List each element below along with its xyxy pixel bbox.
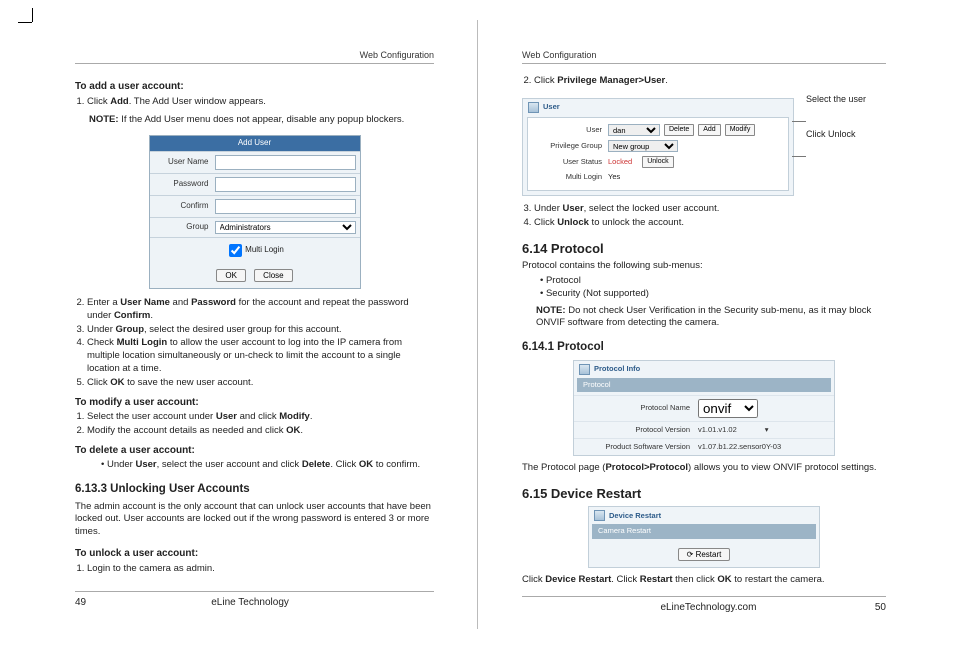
modify-button[interactable]: Modify [725, 124, 756, 136]
page-right: Web Configuration Click Privilege Manage… [474, 20, 944, 629]
section-6-13-3: 6.13.3 Unlocking User Accounts [75, 482, 434, 498]
protocol-text: The Protocol page (Protocol>Protocol) al… [522, 462, 886, 475]
add-account-heading: To add a user account: [75, 80, 434, 94]
privilege-group-select[interactable]: New group [608, 140, 678, 152]
unlock-button[interactable]: Unlock [642, 156, 673, 168]
protocol-name-select[interactable]: onvif [698, 399, 758, 418]
section-6-14-1: 6.14.1 Protocol [522, 340, 886, 356]
add-step-3: Under Group, select the desired user gro… [87, 324, 434, 337]
user-icon [528, 102, 539, 113]
submenu-protocol: Protocol [540, 275, 886, 288]
restart-button[interactable]: ⟳ Restart [678, 548, 731, 561]
confirm-field[interactable] [215, 199, 356, 214]
page-number-right: 50 [875, 602, 886, 613]
submenu-security: Security (Not supported) [540, 288, 886, 301]
section-6-15: 6.15 Device Restart [522, 485, 886, 503]
protocol-info-panel: Protocol Info Protocol Protocol Nameonvi… [573, 360, 835, 456]
add-step-1: Click Add. The Add User window appears. [87, 96, 434, 109]
username-field[interactable] [215, 155, 356, 170]
restart-text: Click Device Restart. Click Restart then… [522, 574, 886, 587]
protocol-icon [579, 364, 590, 375]
callout-select-user: Select the user [806, 94, 886, 105]
add-note: NOTE: If the Add User menu does not appe… [89, 114, 434, 127]
add-step-4: Check Multi Login to allow the user acco… [87, 337, 434, 375]
footer-brand-right: eLineTechnology.com [522, 602, 895, 613]
add-step-5: Click OK to save the new user account. [87, 377, 434, 390]
device-restart-panel: Device Restart Camera Restart ⟳ Restart [588, 506, 820, 567]
delete-heading: To delete a user account: [75, 444, 434, 458]
unlock-step-2: Click Privilege Manager>User. [534, 75, 886, 88]
user-tab-panel: User User dan Delete Add Modify Privileg… [522, 98, 794, 196]
protocol-note: NOTE: Do not check User Verification in … [536, 305, 886, 331]
restart-icon [594, 510, 605, 521]
callouts: Select the user Click Unlock [806, 94, 886, 165]
ok-button[interactable]: OK [216, 269, 246, 282]
unlock-step-3: Under User, select the locked user accou… [534, 203, 886, 216]
delete-step-1: Under User, select the user account and … [101, 459, 434, 472]
section-6-14: 6.14 Protocol [522, 240, 886, 258]
unlock-step-4: Click Unlock to unlock the account. [534, 217, 886, 230]
footer-brand-left: eLine Technology [66, 597, 434, 608]
modify-step-2: Modify the account details as needed and… [87, 425, 434, 438]
close-button[interactable]: Close [254, 269, 292, 282]
protocol-intro: Protocol contains the following sub-menu… [522, 260, 886, 273]
unlock-heading: To unlock a user account: [75, 547, 434, 561]
dialog-title: Add User [150, 136, 360, 151]
group-select[interactable]: Administrators [215, 221, 356, 234]
modify-step-1: Select the user account under User and c… [87, 411, 434, 424]
multi-login-value: Yes [608, 172, 620, 182]
add-button[interactable]: Add [698, 124, 720, 136]
modify-heading: To modify a user account: [75, 396, 434, 410]
page-left: Web Configuration To add a user account:… [10, 20, 474, 629]
user-select[interactable]: dan [608, 124, 660, 136]
unlock-step-1: Login to the camera as admin. [87, 563, 434, 576]
password-field[interactable] [215, 177, 356, 192]
multi-login-checkbox[interactable] [229, 244, 242, 257]
running-head-right: Web Configuration [522, 50, 886, 64]
add-user-dialog: Add User User Name Password Confirm Grou… [149, 135, 361, 289]
delete-button[interactable]: Delete [664, 124, 694, 136]
unlock-body: The admin account is the only account th… [75, 501, 434, 539]
running-head-left: Web Configuration [75, 50, 434, 64]
callout-click-unlock: Click Unlock [806, 129, 886, 140]
add-step-2: Enter a User Name and Password for the a… [87, 297, 434, 323]
user-status-value: Locked [608, 157, 632, 167]
